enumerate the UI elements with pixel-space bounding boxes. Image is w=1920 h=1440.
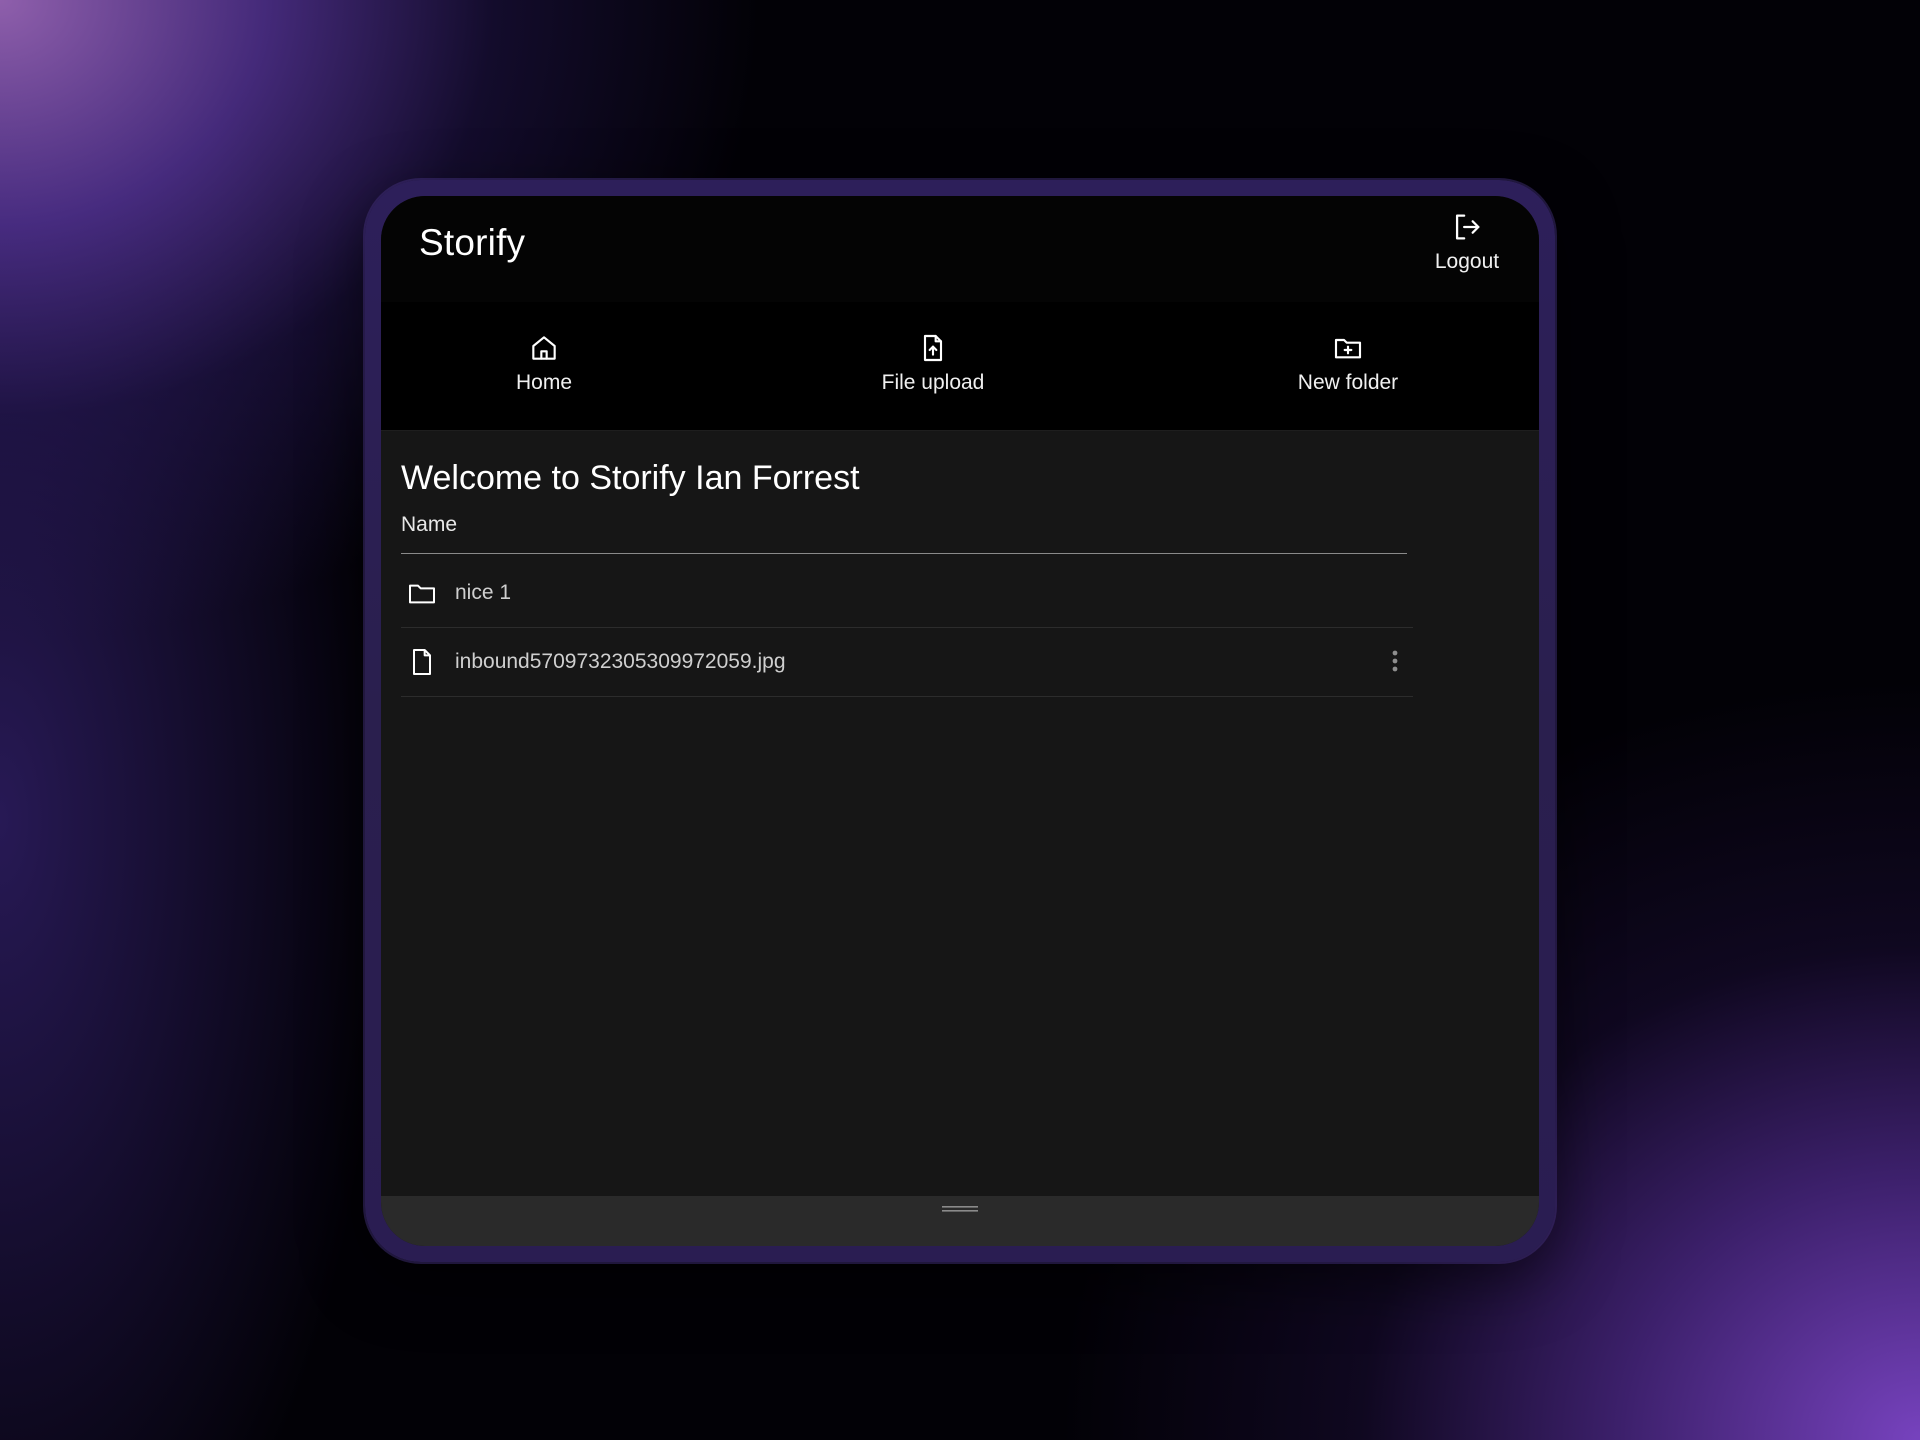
folder-icon — [409, 584, 435, 604]
app-screen: Storify Logout Home File upload New fold… — [381, 196, 1539, 1246]
logout-icon — [1455, 214, 1480, 240]
more-options-icon[interactable] — [1387, 646, 1403, 676]
main-content: Welcome to Storify Ian Forrest Name nice… — [381, 431, 1539, 1196]
item-name: nice 1 — [455, 581, 512, 604]
file-upload-icon — [923, 334, 943, 362]
nav-item-home[interactable]: Home — [444, 332, 644, 395]
nav-label-home: Home — [515, 371, 573, 394]
new-folder-icon — [1334, 338, 1362, 359]
list-item-file[interactable]: inbound5709732305309972059.jpg — [401, 628, 1413, 697]
column-header-label: Name — [401, 513, 458, 536]
app-bar: Storify Logout — [381, 196, 1539, 302]
tablet-frame: Storify Logout Home File upload New fold… — [365, 180, 1555, 1262]
column-header-name[interactable]: Name — [401, 513, 1407, 554]
page-title: Welcome to Storify Ian Forrest — [401, 459, 860, 497]
list-item-folder[interactable]: nice 1 — [401, 559, 1413, 628]
nav-item-new-folder[interactable]: New folder — [1248, 332, 1448, 395]
item-name: inbound5709732305309972059.jpg — [455, 650, 786, 673]
drag-handle-icon[interactable] — [942, 1204, 978, 1214]
home-icon — [532, 336, 556, 360]
file-list: nice 1 inbound5709732305309972059.jpg — [401, 559, 1413, 697]
logout-label: Logout — [1434, 250, 1500, 273]
nav-label-new-folder: New folder — [1297, 371, 1399, 394]
nav-item-file-upload[interactable]: File upload — [833, 332, 1033, 395]
file-icon — [413, 649, 431, 675]
app-title: Storify — [419, 222, 526, 263]
gesture-bar — [381, 1196, 1539, 1246]
bottom-navigation: Home File upload New folder — [381, 302, 1539, 431]
logout-button[interactable]: Logout — [1427, 210, 1507, 274]
nav-label-file-upload: File upload — [881, 371, 985, 394]
